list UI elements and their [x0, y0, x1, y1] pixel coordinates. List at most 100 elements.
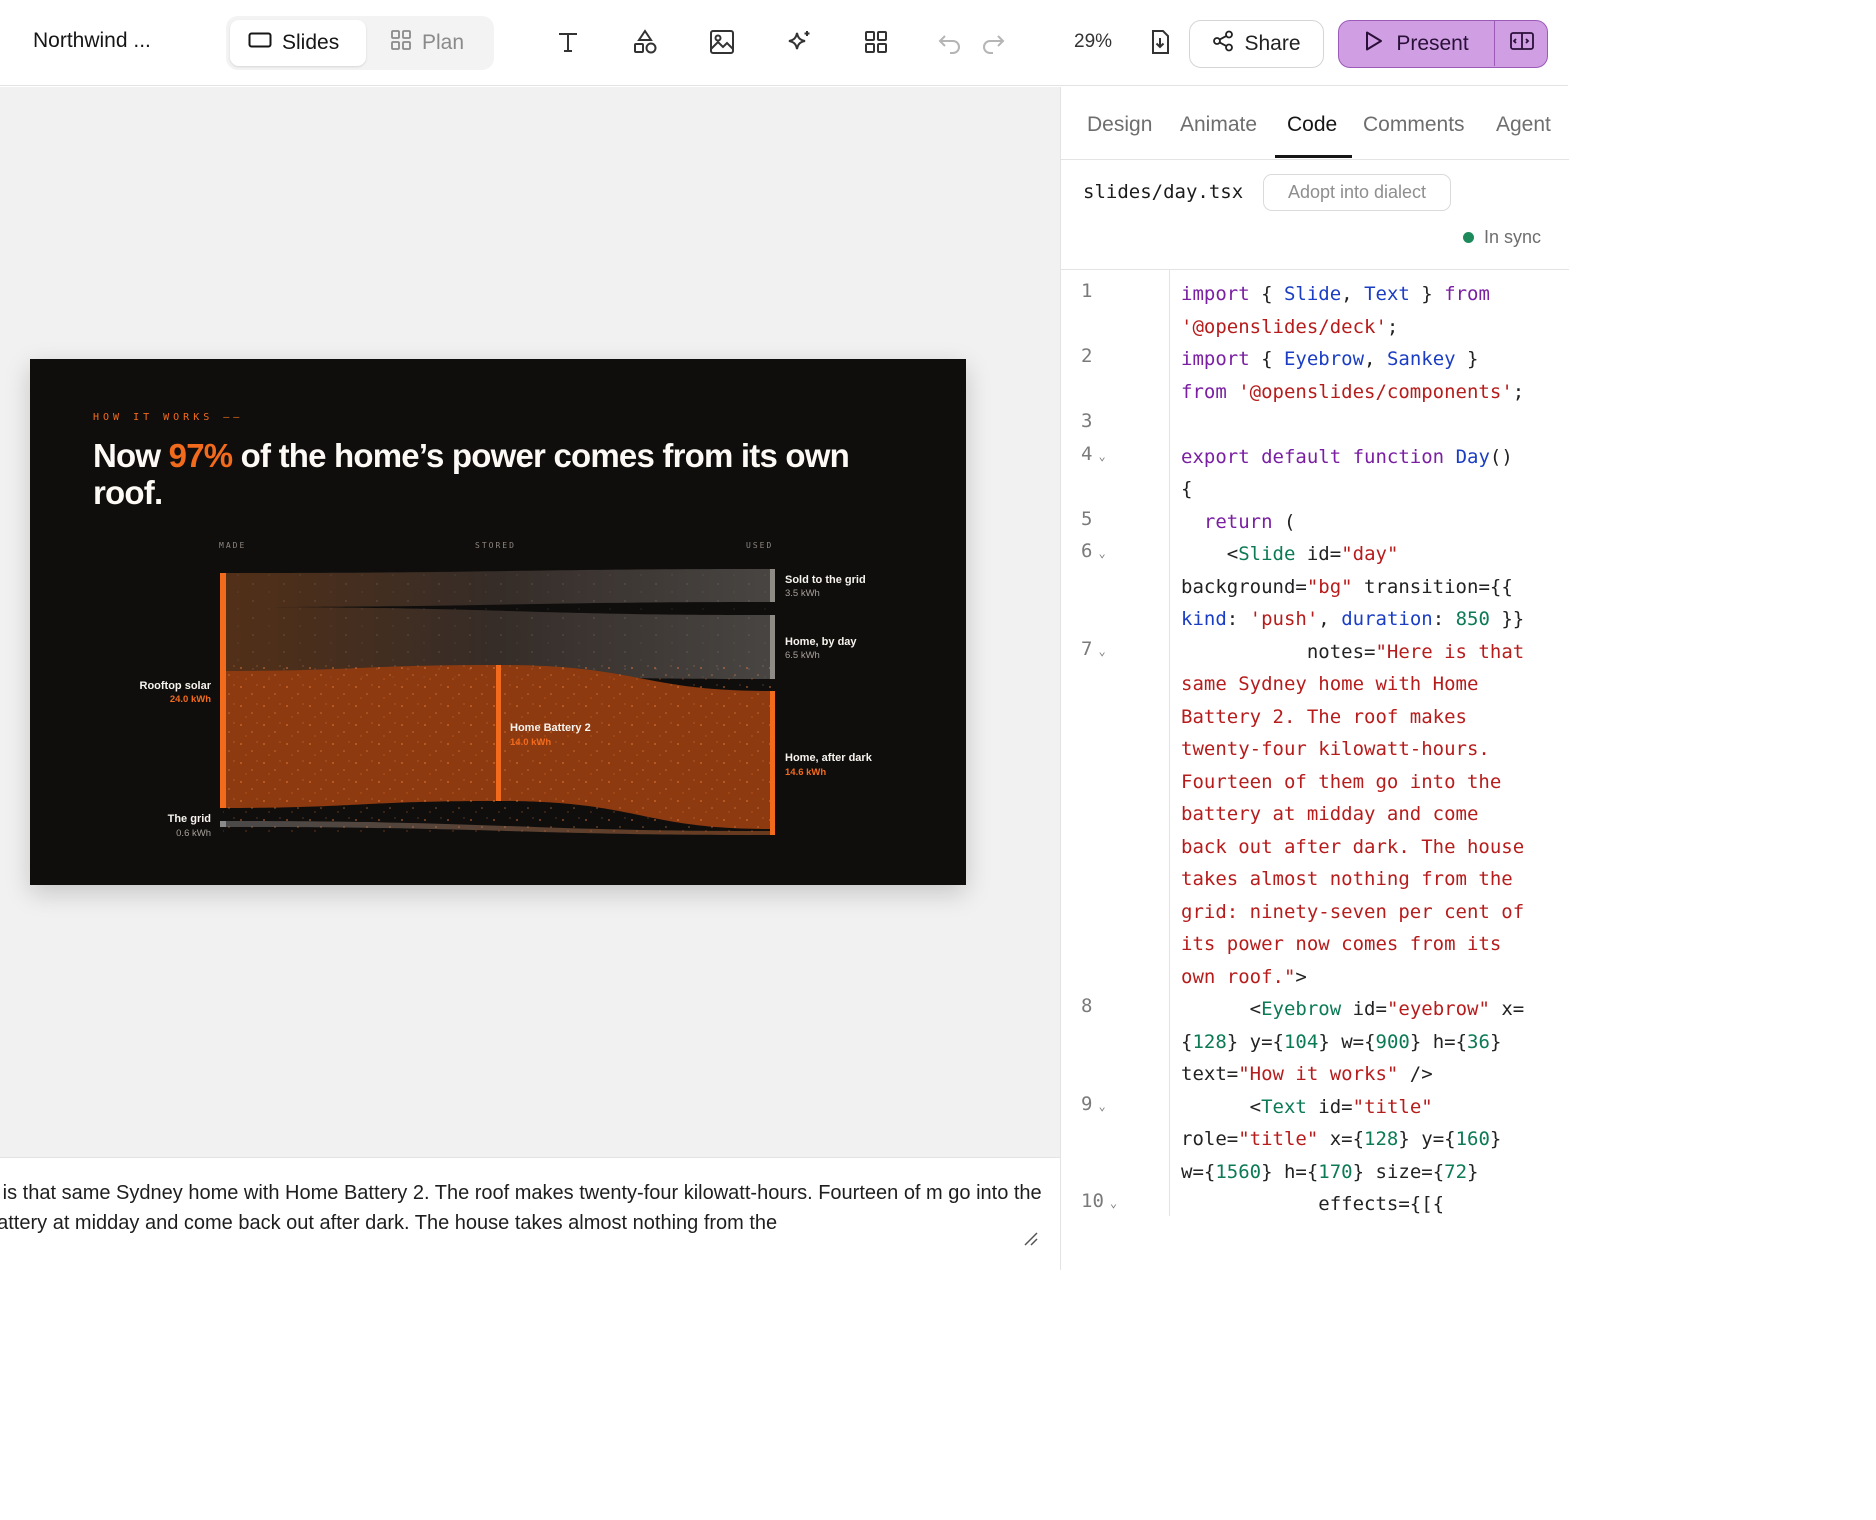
code-line[interactable]: 3: [1061, 408, 1569, 441]
slides-view-label: Slides: [282, 31, 340, 54]
code-line[interactable]: 9 ⌄ <Text id="title" role="title" x={128}…: [1061, 1091, 1569, 1189]
fold-chevron-icon[interactable]: ⌄: [1110, 1196, 1117, 1210]
line-number: 9 ⌄: [1081, 1092, 1106, 1115]
zoom-level[interactable]: 29%: [1074, 31, 1112, 53]
node-value-battery: 14.0 kWh: [510, 737, 551, 748]
fold-chevron-icon[interactable]: ⌄: [1098, 546, 1105, 560]
line-code: [1181, 408, 1566, 441]
line-number: 2: [1081, 345, 1093, 367]
line-number: 4 ⌄: [1081, 442, 1106, 465]
node-label-dark: Home, after dark: [785, 752, 873, 764]
presenter-view-button[interactable]: [1494, 21, 1547, 66]
tab-comments[interactable]: Comments: [1363, 113, 1465, 137]
text-icon[interactable]: [553, 27, 583, 57]
fold-chevron-icon[interactable]: ⌄: [1098, 644, 1105, 658]
line-code: notes="Here is that same Sydney home wit…: [1181, 640, 1525, 988]
line-number: 1: [1081, 280, 1093, 302]
node-value-sold: 3.5 kWh: [785, 588, 820, 599]
column-label-made: MADE: [219, 541, 246, 550]
presenter-view-icon: [1509, 30, 1535, 57]
inspector-panel: Design Animate Code Comments Agent slide…: [1060, 87, 1569, 1270]
active-tab-indicator: [1275, 155, 1352, 158]
shapes-icon[interactable]: [630, 27, 660, 57]
node-value-day: 6.5 kWh: [785, 650, 820, 661]
sync-status-dot: [1463, 232, 1474, 243]
tab-agent[interactable]: Agent: [1496, 113, 1551, 137]
code-line[interactable]: 2 import { Eyebrow, Sankey } from '@opens…: [1061, 343, 1569, 408]
view-switcher: Slides Plan: [226, 16, 494, 70]
node-value-dark: 14.6 kWh: [785, 767, 826, 778]
speaker-notes-text[interactable]: e is that same Sydney home with Home Bat…: [0, 1178, 1046, 1238]
grid-icon[interactable]: [861, 27, 891, 57]
node-value-solar: 24.0 kWh: [170, 694, 211, 705]
export-icon[interactable]: [1145, 27, 1175, 57]
node-bar-day: [770, 615, 775, 679]
node-bar-battery: [496, 665, 501, 801]
flow-texture-gray: [223, 569, 771, 679]
node-label-battery: Home Battery 2: [510, 722, 591, 734]
line-number: 5: [1081, 507, 1093, 530]
tab-animate[interactable]: Animate: [1180, 113, 1257, 137]
tab-design[interactable]: Design: [1087, 113, 1152, 137]
line-number: 8: [1081, 995, 1093, 1017]
node-value-grid: 0.6 kWh: [176, 828, 211, 839]
code-line[interactable]: 1 import { Slide, Text } from '@openslide…: [1061, 278, 1569, 343]
line-code: export default function Day() {: [1181, 445, 1513, 501]
line-code: <Eyebrow id="eyebrow" x= {128} y={104} w…: [1181, 998, 1525, 1085]
code-file-name: slides/day.tsx: [1083, 181, 1244, 203]
fold-chevron-icon[interactable]: ⌄: [1098, 449, 1105, 463]
line-code: <Text id="title" role="title" x={128} y=…: [1181, 1095, 1502, 1183]
fold-chevron-icon[interactable]: ⌄: [1098, 1099, 1105, 1113]
node-bar-grid: [220, 821, 226, 827]
tab-code[interactable]: Code: [1287, 113, 1337, 137]
document-title[interactable]: Northwind ...: [33, 29, 151, 53]
code-line[interactable]: 7 ⌄ notes="Here is that same Sydney home …: [1061, 636, 1569, 994]
line-code: import { Eyebrow, Sankey } from '@opensl…: [1181, 348, 1525, 403]
column-label-stored: STORED: [475, 541, 516, 550]
plan-view-button[interactable]: Plan: [372, 20, 488, 66]
adopt-into-dialect-button[interactable]: Adopt into dialect: [1263, 174, 1451, 211]
present-button-group: Present: [1338, 20, 1548, 68]
redo-icon[interactable]: [978, 27, 1008, 57]
code-line[interactable]: 5 return (: [1061, 506, 1569, 539]
undo-icon[interactable]: [935, 27, 965, 57]
slides-view-button[interactable]: Slides: [230, 20, 366, 66]
present-button[interactable]: Present: [1339, 21, 1494, 66]
node-label-grid: The grid: [168, 813, 211, 825]
sync-status: In sync: [1463, 227, 1541, 248]
share-icon: [1212, 30, 1234, 58]
node-label-day: Home, by day: [785, 636, 857, 648]
inspector-tabs: Design Animate Code Comments Agent: [1061, 87, 1569, 160]
code-line[interactable]: 8 <Eyebrow id="eyebrow" x= {128} y={104}…: [1061, 993, 1569, 1091]
line-code: <Slide id="day" background="bg" transiti…: [1181, 543, 1525, 630]
code-line[interactable]: 4 ⌄ export default function Day() {: [1061, 441, 1569, 506]
resize-handle-icon[interactable]: [1022, 1230, 1038, 1246]
share-button[interactable]: Share: [1189, 20, 1324, 68]
node-bar-dark: [770, 691, 775, 835]
image-icon[interactable]: [707, 27, 737, 57]
app-window: Northwind ... Slides Plan 29% Share Pres…: [0, 0, 1569, 1270]
line-number: 6 ⌄: [1081, 540, 1106, 562]
top-toolbar: Northwind ... Slides Plan 29% Share Pres…: [0, 0, 1568, 86]
node-label-sold: Sold to the grid: [785, 574, 866, 586]
speaker-notes-panel[interactable]: e is that same Sydney home with Home Bat…: [0, 1157, 1060, 1270]
line-code: return (: [1203, 510, 1296, 533]
play-icon: [1364, 30, 1384, 58]
plan-grid-icon: [390, 29, 412, 57]
line-code: effects={[{: [1181, 1193, 1445, 1215]
code-editor[interactable]: 1 import { Slide, Text } from '@openslide…: [1061, 269, 1569, 1216]
plan-view-label: Plan: [422, 31, 465, 54]
sync-status-label: In sync: [1484, 227, 1542, 247]
line-number: 7 ⌄: [1081, 637, 1106, 660]
line-number: 3: [1081, 410, 1093, 432]
slide-canvas[interactable]: HOW IT WORKS —— Now 97% of the home’s po…: [0, 87, 1060, 1157]
sankey-diagram: MADE STORED USED Rooftop solar 24.0 kWh …: [140, 541, 873, 839]
code-line[interactable]: 10 ⌄ effects={[{: [1061, 1188, 1569, 1216]
node-bar-solar: [220, 573, 226, 808]
code-line[interactable]: 6 ⌄ <Slide id="day" background="bg" trans…: [1061, 538, 1569, 636]
sparkle-icon[interactable]: [784, 27, 814, 57]
line-code: import { Slide, Text } from '@openslides…: [1181, 283, 1490, 338]
column-label-used: USED: [746, 541, 773, 550]
line-number: 10 ⌄: [1081, 1190, 1118, 1212]
slide-preview[interactable]: HOW IT WORKS —— Now 97% of the home’s po…: [30, 359, 966, 885]
